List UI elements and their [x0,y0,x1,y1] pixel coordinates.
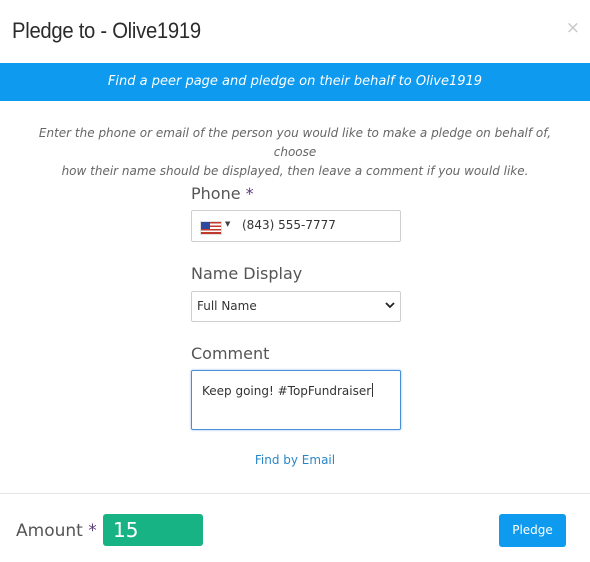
instructions-line-1: Enter the phone or email of the person y… [38,126,552,159]
chevron-down-icon [385,302,395,309]
find-by-email-link[interactable]: Find by Email [0,453,590,467]
amount-input[interactable]: 15 [103,514,203,546]
close-icon[interactable]: × [566,20,580,37]
phone-value: (843) 555-7777 [242,218,336,232]
name-display-selected: Full Name [197,299,257,313]
comment-label: Comment [191,344,270,363]
flag-canton [201,222,210,229]
caret-down-icon: ▼ [225,220,231,228]
amount-label: Amount * [16,521,97,541]
info-banner: Find a peer page and pledge on their beh… [0,63,590,101]
comment-textarea[interactable]: Keep going! #TopFundraiser [191,370,401,430]
name-display-label: Name Display [191,264,303,283]
name-display-select[interactable]: Full Name [191,291,401,322]
comment-value-wrap: Keep going! #TopFundraiser [202,383,374,398]
text-cursor [372,383,374,397]
phone-label: Phone * [191,184,254,203]
amount-label-text: Amount [16,521,83,541]
footer-divider [0,493,590,494]
comment-value: Keep going! #TopFundraiser [202,384,372,398]
instructions-text: Enter the phone or email of the person y… [20,124,570,181]
required-mark: * [245,184,254,203]
instructions-line-2: how their name should be displayed, then… [61,164,529,178]
phone-label-text: Phone [191,184,241,203]
phone-input[interactable]: ▼ (843) 555-7777 [191,210,401,242]
required-mark: * [88,521,97,541]
us-flag-icon [200,221,222,235]
amount-value: 15 [113,518,139,542]
pledge-button[interactable]: Pledge [499,514,566,547]
modal-title: Pledge to - Olive1919 [12,18,201,43]
modal-header: Pledge to - Olive1919 × [0,0,590,63]
